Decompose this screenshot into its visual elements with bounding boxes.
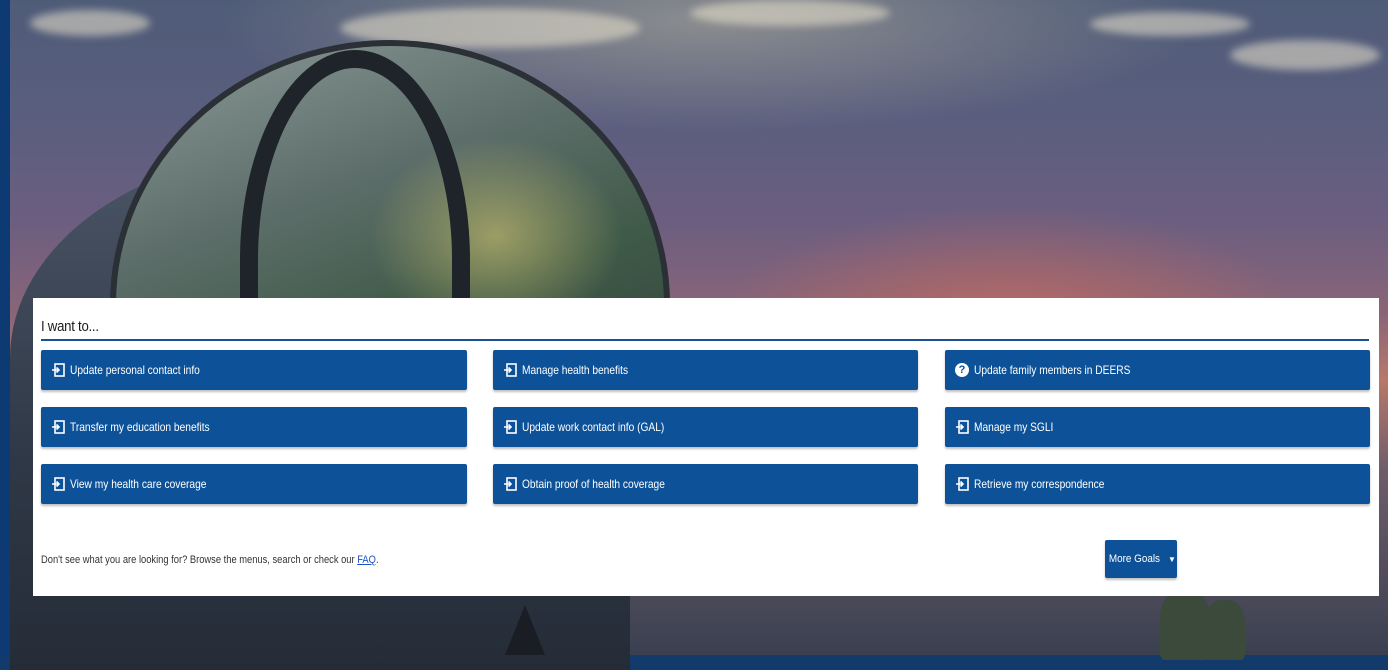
goal-label: Transfer my education benefits xyxy=(70,420,210,434)
goal-label: Retrieve my correspondence xyxy=(974,477,1105,491)
panel-title: I want to... xyxy=(41,318,99,335)
sign-in-icon xyxy=(956,420,969,434)
sign-in-icon xyxy=(504,363,517,377)
tree xyxy=(1160,590,1210,660)
goal-button-manage-sgli[interactable]: Manage my SGLI xyxy=(945,407,1370,447)
sign-in-icon xyxy=(52,477,65,491)
faq-link[interactable]: FAQ xyxy=(357,554,376,566)
goal-label: Manage health benefits xyxy=(522,363,629,377)
goal-button-update-personal-contact[interactable]: Update personal contact info xyxy=(41,350,467,390)
page-edge-strip xyxy=(0,0,10,655)
sign-in-icon xyxy=(504,420,517,434)
sign-in-icon xyxy=(956,477,969,491)
goals-panel: I want to... Update personal contact inf… xyxy=(33,298,1379,596)
goal-label: Update family members in DEERS xyxy=(974,363,1131,377)
jet-tail xyxy=(505,605,545,655)
footer-text: Don't see what you are looking for? Brow… xyxy=(41,554,355,566)
help-circle-icon: ? xyxy=(955,363,969,377)
cloud xyxy=(690,0,890,26)
cloud xyxy=(1090,12,1250,36)
title-divider xyxy=(41,339,1369,341)
sign-in-icon xyxy=(52,420,65,434)
goal-button-transfer-education[interactable]: Transfer my education benefits xyxy=(41,407,467,447)
goal-button-view-health-coverage[interactable]: View my health care coverage xyxy=(41,464,467,504)
more-goals-label: More Goals xyxy=(1108,553,1161,565)
goal-button-retrieve-correspondence[interactable]: Retrieve my correspondence xyxy=(945,464,1370,504)
tree xyxy=(1205,600,1245,660)
cloud xyxy=(1230,40,1380,70)
goal-label: View my health care coverage xyxy=(70,477,207,491)
footer-period: . xyxy=(375,554,379,566)
goal-label: Obtain proof of health coverage xyxy=(522,477,665,491)
goal-label: Manage my SGLI xyxy=(974,420,1054,434)
goal-label: Update work contact info (GAL) xyxy=(522,420,665,434)
caret-down-icon: ▼ xyxy=(1167,554,1176,564)
help-footer-text: Don't see what you are looking for? Brow… xyxy=(41,554,379,566)
goal-button-update-work-contact[interactable]: Update work contact info (GAL) xyxy=(493,407,918,447)
goal-label: Update personal contact info xyxy=(70,363,200,377)
cloud xyxy=(30,10,150,36)
sign-in-icon xyxy=(504,477,517,491)
sign-in-icon xyxy=(52,363,65,377)
goal-button-update-family-deers[interactable]: ? Update family members in DEERS xyxy=(945,350,1370,390)
goal-button-manage-health-benefits[interactable]: Manage health benefits xyxy=(493,350,918,390)
more-goals-button[interactable]: More Goals ▼ xyxy=(1105,540,1177,578)
goal-button-proof-of-coverage[interactable]: Obtain proof of health coverage xyxy=(493,464,918,504)
